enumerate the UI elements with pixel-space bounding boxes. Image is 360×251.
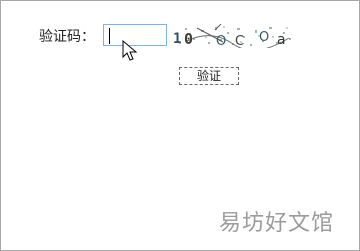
text-caret bbox=[109, 28, 110, 44]
verify-button[interactable]: 验证 bbox=[179, 67, 239, 85]
mouse-pointer-icon bbox=[122, 40, 138, 61]
watermark: 易坊好文馆 bbox=[218, 211, 334, 236]
captcha-char-5: O bbox=[259, 30, 269, 45]
captcha-char-6: a bbox=[277, 32, 286, 48]
captcha-char-2: 0 bbox=[184, 30, 193, 48]
captcha-char-1: 1 bbox=[173, 31, 181, 47]
captcha-image[interactable]: 1 0 O C O a bbox=[171, 24, 295, 48]
captcha-char-3: O bbox=[216, 34, 226, 48]
captcha-label: 验证码： bbox=[39, 29, 95, 45]
captcha-char-4: C bbox=[235, 34, 244, 48]
